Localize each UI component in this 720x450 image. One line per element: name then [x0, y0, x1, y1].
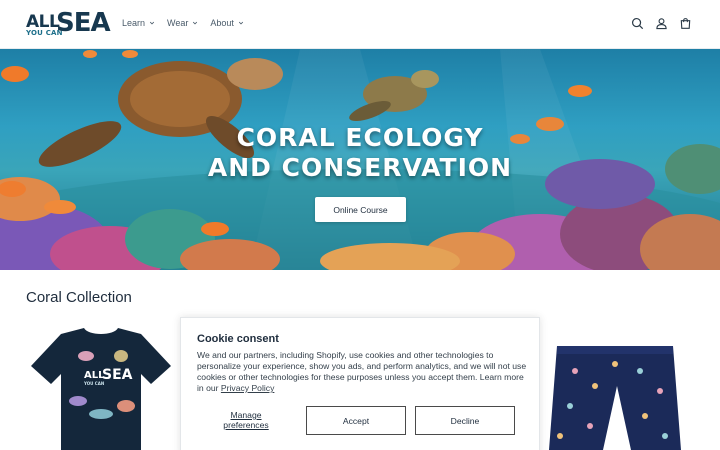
brand-logo[interactable]: ALL YOU CAN SEA: [26, 8, 111, 38]
shorts-image: [549, 346, 681, 450]
cart-icon[interactable]: [678, 16, 692, 30]
cookie-description: We and our partners, including Shopify, …: [197, 350, 527, 394]
nav-item-about[interactable]: About: [210, 18, 244, 28]
privacy-policy-link[interactable]: Privacy Policy: [221, 383, 274, 393]
online-course-button[interactable]: Online Course: [315, 197, 406, 222]
product-card-shorts[interactable]: [545, 326, 695, 450]
main-nav: Learn Wear About: [122, 18, 256, 28]
nav-item-learn[interactable]: Learn: [122, 18, 155, 28]
nav-item-label: About: [210, 18, 234, 28]
site-header: ALL YOU CAN SEA Learn Wear About: [0, 0, 720, 49]
logo-line-3: SEA: [56, 8, 111, 38]
cookie-title: Cookie consent: [197, 333, 279, 345]
decline-button[interactable]: Decline: [415, 406, 515, 435]
manage-preferences-link[interactable]: Manage preferences: [217, 410, 275, 430]
header-actions: [630, 16, 692, 30]
cookie-consent-dialog: Cookie consent We and our partners, incl…: [180, 317, 540, 450]
chevron-down-icon: [238, 21, 244, 25]
hero-title-line-2: AND CONSERVATION: [207, 153, 513, 182]
hero-title-line-1: CORAL ECOLOGY: [236, 123, 484, 152]
chevron-down-icon: [193, 21, 198, 25]
accept-button[interactable]: Accept: [306, 406, 406, 435]
search-icon[interactable]: [630, 16, 644, 30]
collection-title: Coral Collection: [26, 289, 132, 306]
hero-banner: CORAL ECOLOGY AND CONSERVATION Online Co…: [0, 49, 720, 270]
chevron-down-icon: [149, 21, 155, 25]
nav-item-label: Learn: [122, 18, 146, 28]
tshirt-image: [31, 328, 171, 450]
nav-item-label: Wear: [167, 18, 189, 28]
tshirt-logo-line-3: SEA: [102, 367, 133, 383]
product-card-tshirt[interactable]: ALL YOU CAN SEA: [26, 326, 176, 450]
nav-item-wear[interactable]: Wear: [167, 18, 198, 28]
hero-title: CORAL ECOLOGY AND CONSERVATION: [0, 123, 720, 183]
account-icon[interactable]: [654, 16, 668, 30]
